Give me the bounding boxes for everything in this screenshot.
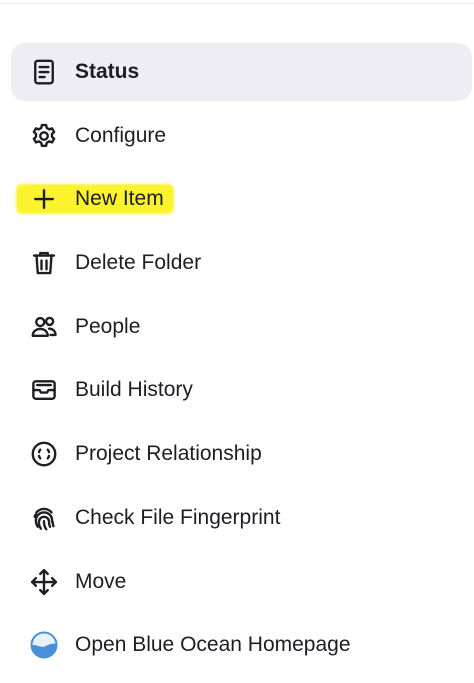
- inbox-icon: [28, 374, 60, 406]
- nav-item-label: Build History: [75, 378, 193, 402]
- top-divider: [0, 0, 474, 4]
- nav-item-label: Check File Fingerprint: [75, 505, 281, 529]
- nav-item-label: Configure: [75, 123, 167, 147]
- nav-item-check-file-fingerprint[interactable]: Check File Fingerprint: [11, 489, 472, 547]
- nav-item-configure[interactable]: Configure: [11, 107, 472, 165]
- nav-item-label: Move: [75, 569, 127, 593]
- gear-icon: [28, 120, 60, 152]
- nav-item-move[interactable]: Move: [11, 553, 472, 611]
- nav-item-label: People: [75, 314, 141, 338]
- circle-dashed-icon: [28, 438, 60, 470]
- nav-item-label: Delete Folder: [75, 251, 202, 275]
- nav-item-open-blue-ocean-homepage[interactable]: Open Blue Ocean Homepage: [11, 616, 472, 674]
- nav-item-delete-folder[interactable]: Delete Folder: [11, 234, 472, 292]
- nav-item-project-relationship[interactable]: Project Relationship: [11, 425, 472, 483]
- nav-item-build-history[interactable]: Build History: [11, 361, 472, 419]
- people-icon: [28, 311, 60, 343]
- nav-item-label: Status: [75, 60, 140, 83]
- nav-item-label: New Item: [75, 187, 164, 211]
- side-nav: Status Configure New Item Delete Folder …: [11, 43, 472, 680]
- trash-icon: [28, 247, 60, 279]
- blue-ocean-icon: [28, 629, 60, 661]
- nav-item-label: Open Blue Ocean Homepage: [75, 633, 351, 657]
- fingerprint-icon: [28, 502, 60, 534]
- move-arrows-icon: [28, 566, 60, 598]
- nav-item-new-item[interactable]: New Item: [11, 170, 472, 228]
- nav-item-status[interactable]: Status: [11, 43, 472, 101]
- plus-icon: [28, 183, 60, 215]
- nav-item-people[interactable]: People: [11, 298, 472, 356]
- nav-item-label: Project Relationship: [75, 442, 262, 466]
- notepad-icon: [28, 56, 60, 88]
